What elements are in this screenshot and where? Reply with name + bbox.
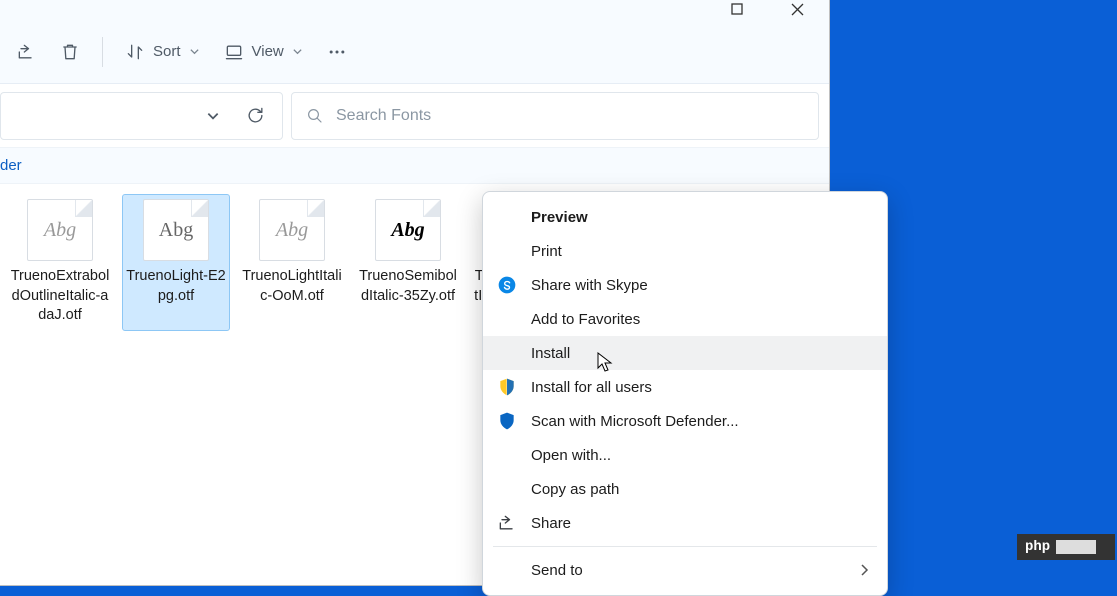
recent-locations-button[interactable] <box>196 99 230 133</box>
context-menu-item[interactable]: Open with... <box>483 438 887 472</box>
file-item[interactable]: Abg TruenoSemiboldItalic-35Zy.otf <box>354 194 462 331</box>
watermark-text: php <box>1025 539 1050 555</box>
font-thumbnail: Abg <box>143 199 209 261</box>
context-menu-label: Preview <box>531 209 588 226</box>
navigation-row: Search Fonts <box>0 84 829 148</box>
share-button[interactable] <box>6 32 46 72</box>
file-name: TruenoSemiboldItalic-35Zy.otf <box>357 267 459 306</box>
sort-button[interactable]: Sort <box>115 32 210 72</box>
context-menu-item[interactable]: Share <box>483 506 887 540</box>
search-input[interactable]: Search Fonts <box>291 92 819 140</box>
view-button[interactable]: View <box>214 32 313 72</box>
context-menu-label: Add to Favorites <box>531 311 640 328</box>
close-button[interactable] <box>767 0 827 18</box>
share-icon <box>495 512 519 534</box>
breadcrumb-tail: der <box>0 157 28 174</box>
font-thumbnail: Abg <box>259 199 325 261</box>
shield-yellow-icon <box>495 376 519 398</box>
chevron-down-icon <box>292 46 303 57</box>
watermark-tag <box>1056 540 1096 554</box>
refresh-icon <box>246 106 265 125</box>
blank-icon <box>495 478 519 500</box>
blank-icon <box>495 559 519 581</box>
context-menu-item[interactable]: Install for all users <box>483 370 887 404</box>
context-menu-item[interactable]: Add to Favorites <box>483 302 887 336</box>
context-menu-label: Open with... <box>531 447 611 464</box>
font-thumbnail: Abg <box>375 199 441 261</box>
file-name: TruenoLightItalic-OoM.otf <box>241 267 343 306</box>
file-name: TruenoLight-E2pg.otf <box>125 267 227 306</box>
context-menu-item[interactable]: Share with Skype <box>483 268 887 302</box>
sort-icon <box>125 42 145 62</box>
context-menu-item[interactable]: Install <box>483 336 887 370</box>
file-name: TruenoExtraboldOutlineItalic-adaJ.otf <box>9 267 111 326</box>
context-menu-label: Install for all users <box>531 379 652 396</box>
context-menu-item[interactable]: Send to <box>483 553 887 587</box>
shield-blue-icon <box>495 410 519 432</box>
context-menu-separator <box>493 546 877 547</box>
blank-icon <box>495 240 519 262</box>
view-label: View <box>252 43 284 60</box>
titlebar <box>0 0 829 20</box>
search-placeholder: Search Fonts <box>336 107 431 125</box>
delete-button[interactable] <box>50 32 90 72</box>
context-menu-label: Send to <box>531 562 583 579</box>
trash-icon <box>60 42 80 62</box>
file-item[interactable]: Abg TruenoExtraboldOutlineItalic-adaJ.otf <box>6 194 114 331</box>
context-menu-label: Share <box>531 515 571 532</box>
minimize-button[interactable] <box>647 0 707 18</box>
skype-icon <box>495 274 519 296</box>
file-item[interactable]: Abg TruenoLight-E2pg.otf <box>122 194 230 331</box>
chevron-down-icon <box>189 46 200 57</box>
context-menu-item[interactable]: Scan with Microsoft Defender... <box>483 404 887 438</box>
separator <box>102 37 103 67</box>
watermark: php <box>1017 534 1115 560</box>
font-thumbnail: Abg <box>27 199 93 261</box>
context-menu-label: Print <box>531 243 562 260</box>
context-menu-label: Scan with Microsoft Defender... <box>531 413 739 430</box>
breadcrumb[interactable]: der <box>0 148 829 184</box>
chevron-right-icon <box>860 564 869 576</box>
font-sample: Abg <box>44 219 76 242</box>
blank-icon <box>495 342 519 364</box>
context-menu-item[interactable]: Copy as path <box>483 472 887 506</box>
blank-icon <box>495 444 519 466</box>
file-item[interactable]: Abg TruenoLightItalic-OoM.otf <box>238 194 346 331</box>
blank-icon <box>495 206 519 228</box>
context-menu-label: Share with Skype <box>531 277 648 294</box>
close-icon <box>791 3 804 16</box>
maximize-icon <box>731 3 743 15</box>
blank-icon <box>495 308 519 330</box>
sort-label: Sort <box>153 43 181 60</box>
font-sample: Abg <box>276 219 308 242</box>
search-icon <box>306 107 324 125</box>
context-menu: Preview Print Share with Skype Add to Favor… <box>482 191 888 596</box>
font-sample: Abg <box>391 219 424 242</box>
context-menu-item[interactable]: Print <box>483 234 887 268</box>
maximize-button[interactable] <box>707 0 767 18</box>
more-icon <box>327 42 347 62</box>
font-sample: Abg <box>159 219 193 242</box>
context-menu-label: Install <box>531 345 570 362</box>
share-icon <box>16 42 36 62</box>
command-bar: Sort View <box>0 20 829 84</box>
context-menu-label: Copy as path <box>531 481 619 498</box>
more-button[interactable] <box>317 32 357 72</box>
chevron-down-icon <box>206 109 220 123</box>
context-menu-item[interactable]: Preview <box>483 200 887 234</box>
refresh-button[interactable] <box>238 99 272 133</box>
view-icon <box>224 42 244 62</box>
address-bar[interactable] <box>0 92 283 140</box>
